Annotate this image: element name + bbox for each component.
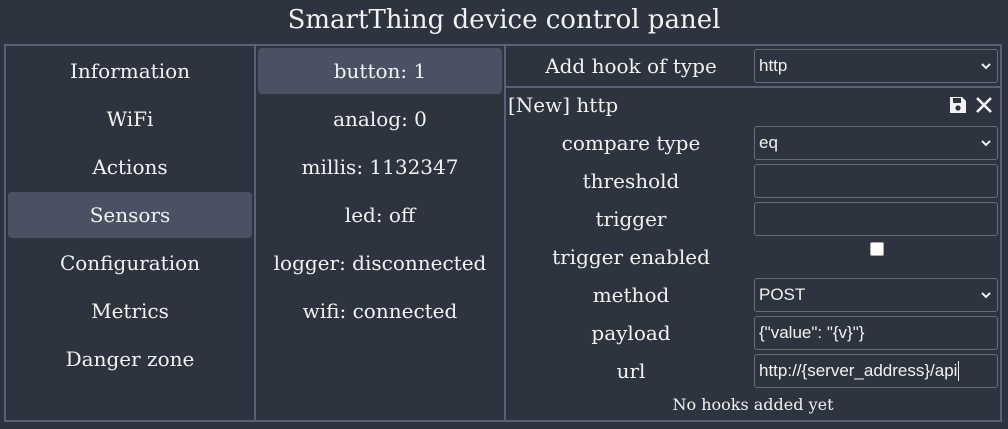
compare-type-label: compare type (561, 131, 701, 155)
threshold-input[interactable] (754, 164, 998, 198)
page-title: SmartThing device control panel (287, 5, 721, 35)
floppy-disk-icon[interactable] (948, 95, 968, 115)
method-value: POST (759, 285, 806, 304)
threshold-row: threshold (506, 162, 1000, 200)
compare-type-select[interactable]: eq (754, 126, 998, 160)
chevron-down-icon (981, 292, 991, 299)
sensor-item-led[interactable]: led: off (258, 192, 502, 238)
menu-item-information[interactable]: Information (8, 48, 252, 94)
payload-label: payload (591, 321, 671, 345)
close-icon[interactable] (974, 95, 994, 115)
sensor-item-millis[interactable]: millis: 1132347 (258, 144, 502, 190)
sensor-item-analog[interactable]: analog: 0 (258, 96, 502, 142)
url-value: http://{server_address}/api (759, 360, 958, 380)
trigger-row: trigger (506, 200, 1000, 238)
menu-column: Information WiFi Actions Sensors Configu… (6, 46, 256, 420)
compare-type-row: compare type eq (506, 124, 1000, 162)
add-hook-label: Add hook of type (545, 54, 717, 78)
menu-item-actions[interactable]: Actions (8, 144, 252, 190)
trigger-enabled-row: trigger enabled (506, 238, 1000, 276)
menu-item-metrics[interactable]: Metrics (8, 288, 252, 334)
add-hook-row: Add hook of type http (506, 46, 1000, 88)
url-label: url (616, 359, 646, 383)
hook-type-select[interactable]: http (754, 49, 998, 83)
trigger-enabled-label: trigger enabled (552, 245, 710, 269)
payload-input[interactable]: {"value": "{v}"} (754, 316, 998, 350)
sensor-item-wifi[interactable]: wifi: connected (258, 288, 502, 334)
url-value-wrap: http://{server_address}/api (759, 361, 993, 382)
chevron-down-icon (981, 140, 991, 147)
sensors-column: button: 1 analog: 0 millis: 1132347 led:… (256, 46, 506, 420)
trigger-input[interactable] (754, 202, 998, 236)
compare-type-value: eq (759, 133, 778, 152)
url-input[interactable]: http://{server_address}/api (754, 354, 998, 388)
control-panel: Information WiFi Actions Sensors Configu… (4, 44, 1002, 422)
trigger-enabled-checkbox[interactable] (870, 242, 884, 256)
menu-item-wifi[interactable]: WiFi (8, 96, 252, 142)
payload-value: {"value": "{v}"} (759, 323, 865, 342)
threshold-label: threshold (582, 169, 680, 193)
menu-item-sensors[interactable]: Sensors (8, 192, 252, 238)
sensor-item-button[interactable]: button: 1 (258, 48, 502, 94)
payload-row: payload {"value": "{v}"} (506, 314, 1000, 352)
new-hook-title: [New] http (508, 93, 619, 117)
new-hook-header: [New] http (506, 88, 1000, 122)
hook-type-value: http (759, 56, 788, 75)
menu-item-danger-zone[interactable]: Danger zone (8, 336, 252, 382)
hooks-column: Add hook of type http [New] http compare (506, 46, 1000, 420)
menu-item-configuration[interactable]: Configuration (8, 240, 252, 286)
text-caret (958, 361, 960, 382)
method-row: method POST (506, 276, 1000, 314)
trigger-label: trigger (595, 207, 667, 231)
method-label: method (592, 283, 670, 307)
url-row: url http://{server_address}/api (506, 352, 1000, 390)
chevron-down-icon (981, 63, 991, 70)
sensor-item-logger[interactable]: logger: disconnected (258, 240, 502, 286)
method-select[interactable]: POST (754, 278, 998, 312)
empty-hooks-message: No hooks added yet (672, 395, 834, 414)
